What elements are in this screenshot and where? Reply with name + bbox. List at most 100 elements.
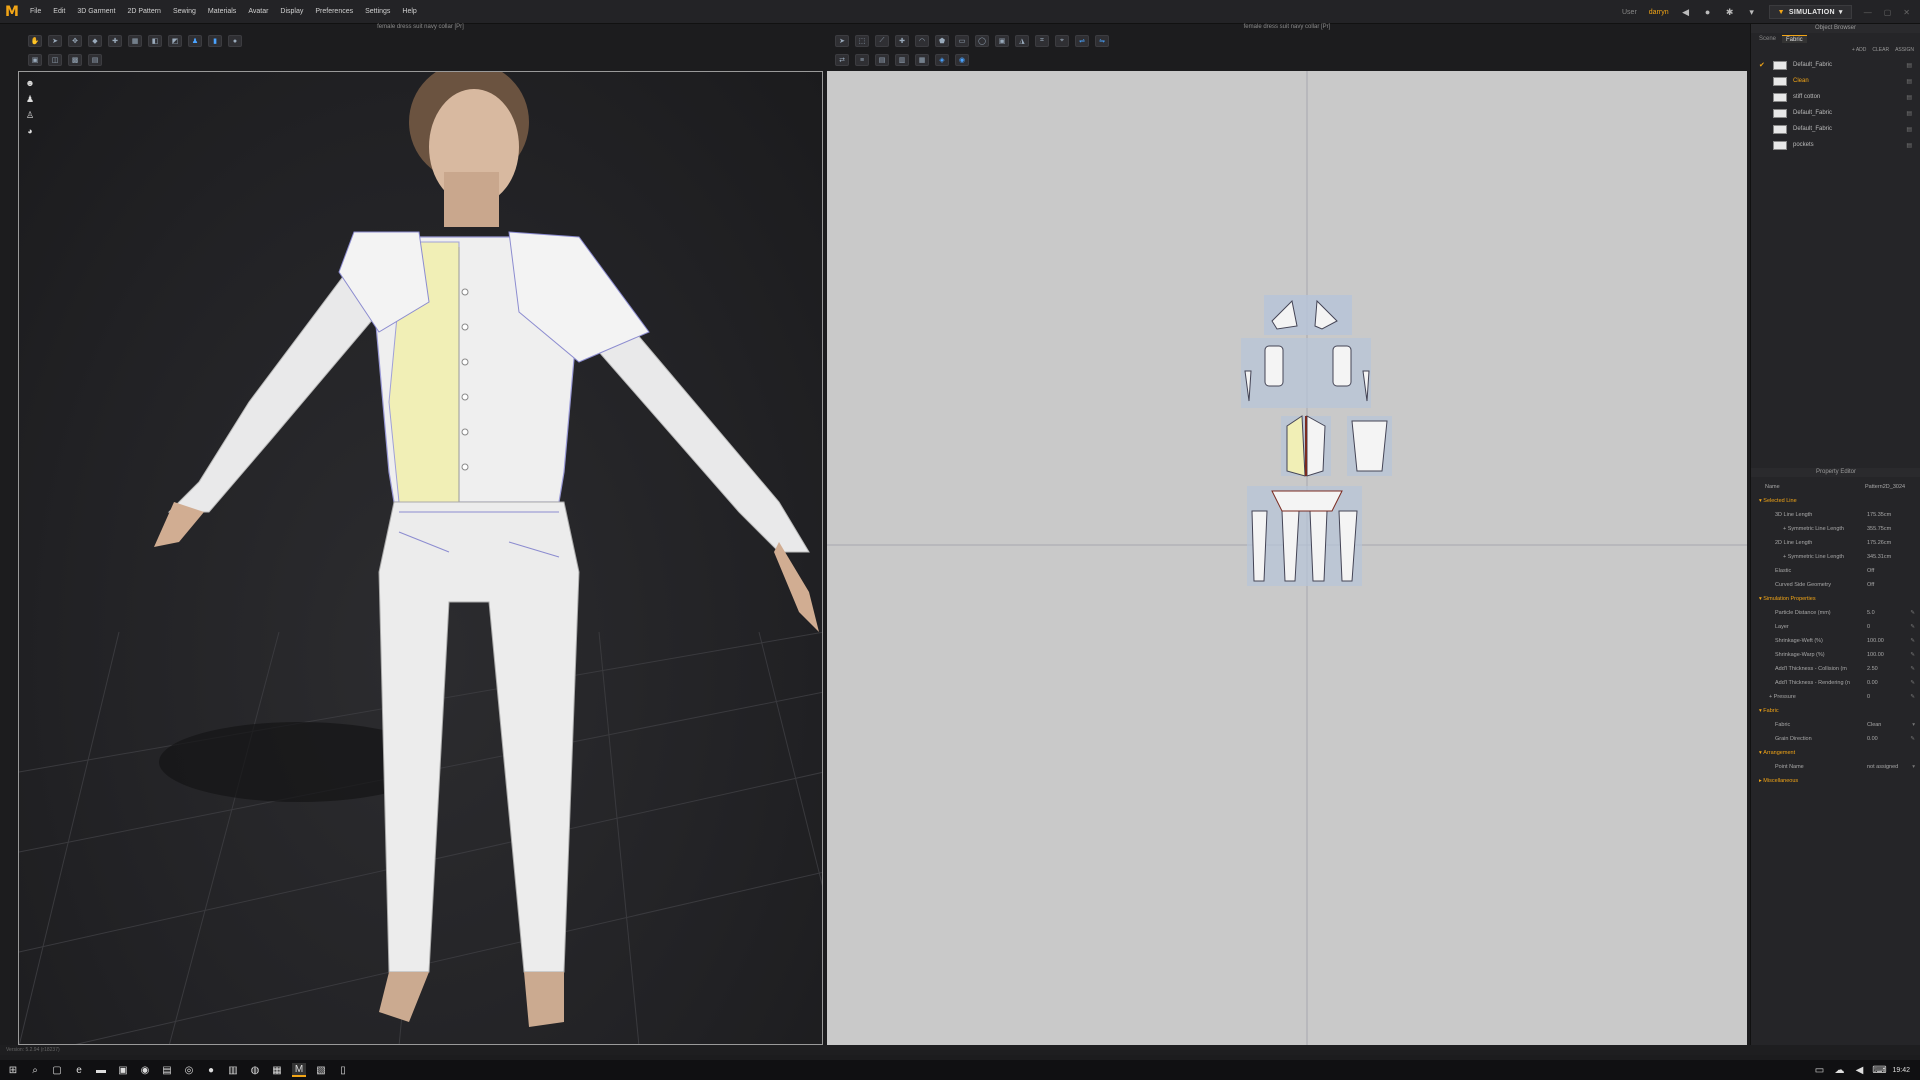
marvelous-app-icon[interactable]: M [292,1063,306,1077]
menu-materials[interactable]: Materials [202,8,242,15]
curved-side-toggle[interactable]: Off [1867,582,1907,588]
menu-edit[interactable]: Edit [47,8,71,15]
fabric-menu-icon[interactable]: ▤ [1906,78,1912,85]
section-arrangement[interactable]: ▾ Arrangement [1751,746,1920,760]
assign-fabric-button[interactable]: ASSIGN [1895,47,1914,55]
edit-point-icon[interactable]: ⬚ [855,35,869,47]
lock-icon[interactable]: ▤ [875,54,889,66]
edit-icon[interactable]: ✎ [1907,680,1915,686]
free-sewing-icon[interactable]: ⇋ [1095,35,1109,47]
menu-sewing[interactable]: Sewing [167,8,202,15]
menu-file[interactable]: File [24,8,47,15]
record-tool-icon[interactable]: ● [228,35,242,47]
graphic-icon[interactable]: ◈ [935,54,949,66]
rectangle-icon[interactable]: ▭ [955,35,969,47]
chevron-down-icon[interactable]: ▾ [1907,722,1915,728]
fabric-item[interactable]: Clean ▤ [1751,73,1920,89]
check-sewing-icon[interactable]: ≡ [855,54,869,66]
unlock-icon[interactable]: ▥ [895,54,909,66]
edit-icon[interactable]: ✎ [1907,666,1915,672]
curvature-icon[interactable]: ◠ [915,35,929,47]
tack-tool-icon[interactable]: ◩ [168,35,182,47]
menu-help[interactable]: Help [396,8,422,15]
select-tool-icon[interactable]: ➤ [48,35,62,47]
user-name[interactable]: darryn [1649,9,1669,16]
fold-tool-icon[interactable]: ◆ [88,35,102,47]
avatar-tool-icon[interactable]: ♟ [188,35,202,47]
button-tool-icon[interactable]: ◉ [955,54,969,66]
app-icon[interactable]: ● [204,1063,218,1077]
chrome-icon[interactable]: ◉ [138,1063,152,1077]
edit-icon[interactable]: ✎ [1907,694,1915,700]
clock[interactable]: 19:42 [1892,1067,1910,1074]
notch-icon[interactable]: ⌖ [1055,35,1069,47]
texture-icon[interactable]: ▩ [68,54,82,66]
fabric-menu-icon[interactable]: ▤ [1906,62,1912,69]
app-icon[interactable]: ▥ [226,1063,240,1077]
clear-fabric-button[interactable]: CLEAR [1872,47,1889,55]
maximize-icon[interactable]: ▢ [1884,8,1892,17]
fabric-menu-icon[interactable]: ▤ [1906,110,1912,117]
search-icon[interactable]: ⌕ [28,1063,42,1077]
start-icon[interactable]: ⊞ [6,1063,20,1077]
store-icon[interactable]: ▣ [116,1063,130,1077]
tab-scene[interactable]: Scene [1755,35,1780,43]
texture-edit-icon[interactable]: ▦ [915,54,929,66]
add-point-icon[interactable]: ✚ [895,35,909,47]
chevron-down-icon[interactable]: ▾ [1907,764,1915,770]
segment-sewing-icon[interactable]: ⇌ [1075,35,1089,47]
transform-pattern-icon[interactable]: ➤ [835,35,849,47]
minimize-icon[interactable]: — [1864,8,1872,17]
edit-sewing-icon[interactable]: ⇄ [835,54,849,66]
speaker-icon[interactable]: ◀ [1681,7,1691,17]
internal-polygon-icon[interactable]: ▣ [995,35,1009,47]
menu-display[interactable]: Display [274,8,309,15]
app-icon[interactable]: ▦ [270,1063,284,1077]
volume-icon[interactable]: ◀ [1852,1063,1866,1077]
pin-tool-icon[interactable]: ✚ [108,35,122,47]
section-selected-line[interactable]: ▾ Selected Line [1751,494,1920,508]
point-name-select[interactable]: not assigned [1867,764,1907,770]
simulation-mode-button[interactable]: ▼ SIMULATION ▾ [1768,5,1852,19]
menu-preferences[interactable]: Preferences [309,8,359,15]
app-icon[interactable]: ▧ [314,1063,328,1077]
fabric-select[interactable]: Clean [1867,722,1907,728]
keyboard-icon[interactable]: ⌨ [1872,1063,1886,1077]
fabric-menu-icon[interactable]: ▤ [1906,142,1912,149]
tab-fabric[interactable]: Fabric [1782,35,1807,43]
section-fabric[interactable]: ▾ Fabric [1751,704,1920,718]
trace-icon[interactable]: ⌗ [1035,35,1049,47]
cloud-icon[interactable]: ☁ [1832,1063,1846,1077]
pressure-slider[interactable]: 0 [1867,694,1907,700]
gear-icon[interactable]: ✱ [1725,7,1735,17]
arrange-tool-icon[interactable]: ▦ [128,35,142,47]
close-icon[interactable]: ✕ [1903,8,1910,17]
dart-icon[interactable]: ◮ [1015,35,1029,47]
edge-icon[interactable]: e [72,1063,86,1077]
menu-2d-pattern[interactable]: 2D Pattern [121,8,166,15]
edit-curve-icon[interactable]: ⟋ [875,35,889,47]
circle-icon[interactable]: ◯ [975,35,989,47]
fabric-item[interactable]: pockets ▤ [1751,137,1920,153]
section-miscellaneous[interactable]: ▸ Miscellaneous [1751,774,1920,788]
edit-icon[interactable]: ✎ [1907,638,1915,644]
fitting-tool-icon[interactable]: ▮ [208,35,222,47]
fabric-item[interactable]: Default_Fabric ▤ [1751,105,1920,121]
blender-icon[interactable]: ◍ [248,1063,262,1077]
app-icon[interactable]: ▯ [336,1063,350,1077]
move-tool-icon[interactable]: ✥ [68,35,82,47]
user-icon[interactable]: ● [1703,7,1713,17]
obs-icon[interactable]: ◎ [182,1063,196,1077]
measure-tool-icon[interactable]: ◧ [148,35,162,47]
name-value[interactable]: Pattern2D_3024 [1865,484,1915,490]
mesh-icon[interactable]: ▤ [88,54,102,66]
network-icon[interactable]: ▭ [1812,1063,1826,1077]
edit-icon[interactable]: ✎ [1907,624,1915,630]
fabric-item[interactable]: stiff cotton ▤ [1751,89,1920,105]
cart-icon[interactable]: ▾ [1747,7,1757,17]
fabric-menu-icon[interactable]: ▤ [1906,94,1912,101]
task-view-icon[interactable]: ▢ [50,1063,64,1077]
app-icon[interactable]: ▤ [160,1063,174,1077]
show-avatar-icon[interactable]: ◫ [48,54,62,66]
show-3d-icon[interactable]: ▣ [28,54,42,66]
